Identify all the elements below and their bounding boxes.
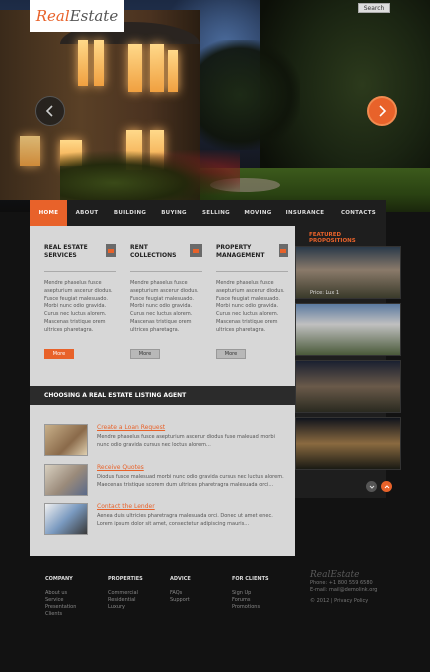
featured-propositions: FEATURED PROPOSITIONS Price: Lux 1 (295, 226, 401, 498)
list-item: Contact the Lender Aenea duis ultricies … (44, 503, 284, 535)
service-text: Mendre phaselus fusce asepturium ascerur… (130, 280, 199, 333)
footer-link[interactable]: Residential (108, 597, 143, 604)
services-panel: REAL ESTATE SERVICES Mendre phaselus fus… (30, 226, 295, 556)
link-contact-lender[interactable]: Contact the Lender (97, 503, 287, 510)
logo-text: RealEstate (35, 7, 119, 25)
property-thumbnail[interactable] (295, 360, 401, 413)
footer-link[interactable]: Sign Up (232, 590, 269, 597)
list-item: Receive Quotes Diodus fusce malesuad mor… (44, 464, 284, 496)
footer-link[interactable]: Service (45, 597, 76, 604)
hero-slider: RealEstate Search (0, 0, 430, 212)
arrow-icon (190, 244, 202, 257)
nav-insurance[interactable]: INSURANCE (279, 200, 331, 226)
footer-advice: ADVICE FAQs Support (170, 576, 191, 604)
nav-about[interactable]: ABOUT (67, 200, 107, 226)
property-thumbnail[interactable] (295, 303, 401, 356)
footer-link[interactable]: Promotions (232, 604, 269, 611)
service-rent: RENT COLLECTIONS Mendre phaselus fusce a… (130, 244, 202, 359)
footer-link[interactable]: Commercial (108, 590, 143, 597)
featured-next-button[interactable] (381, 481, 392, 492)
agent-links: Create a Loan Request Mendre phaselus fu… (30, 405, 295, 556)
slider-prev-button[interactable] (35, 96, 65, 126)
footer-company: COMPANY About us Service Presentation Cl… (45, 576, 77, 618)
service-title: REAL ESTATE SERVICES (44, 244, 88, 259)
logo[interactable]: RealEstate (30, 0, 124, 32)
chevron-up-icon (384, 484, 389, 488)
footer-email[interactable]: E-mail: mail@demolink.org (310, 587, 377, 594)
nav-selling[interactable]: SELLING (195, 200, 237, 226)
footer-link[interactable]: Clients (45, 611, 76, 618)
nav-moving[interactable]: MOVING (237, 200, 279, 226)
footer-clients: FOR CLIENTS Sign Up Forums Promotions (232, 576, 269, 611)
featured-prev-button[interactable] (366, 481, 377, 492)
chevron-left-icon (45, 105, 53, 117)
chevron-down-icon (369, 485, 374, 489)
service-text: Mendre phaselus fusce asepturium ascerur… (216, 280, 285, 333)
footer-copyright: © 2012 | Privacy Policy (310, 598, 369, 604)
footer-link[interactable]: Presentation (45, 604, 76, 611)
nav-contacts[interactable]: CONTACTS (331, 200, 386, 226)
main-nav: HOME ABOUT BUILDING BUYING SELLING MOVIN… (30, 200, 386, 226)
chevron-right-icon (379, 105, 387, 117)
more-button[interactable]: More (130, 348, 160, 359)
service-real-estate: REAL ESTATE SERVICES Mendre phaselus fus… (44, 244, 116, 359)
agent-heading: CHOOSING A REAL ESTATE LISTING AGENT (30, 386, 295, 405)
service-title: PROPERTY MANAGEMENT (216, 244, 265, 259)
footer-link[interactable]: Support (170, 597, 191, 604)
more-button[interactable]: More (44, 348, 74, 359)
search-button[interactable]: Search (358, 3, 390, 13)
list-item: Create a Loan Request Mendre phaselus fu… (44, 424, 284, 456)
footer-contact: RealEstate Phone: +1 800 559 6580 E-mail… (310, 570, 377, 604)
minus-icon (278, 244, 288, 257)
footer-properties: PROPERTIES Commercial Residential Luxury (108, 576, 143, 611)
photo-thumbnail (44, 464, 88, 496)
footer-link[interactable]: Luxury (108, 604, 143, 611)
footer-link[interactable]: About us (45, 590, 76, 597)
service-title: RENT COLLECTIONS (130, 244, 177, 259)
link-loan-request[interactable]: Create a Loan Request (97, 424, 287, 431)
property-thumbnail[interactable] (295, 417, 401, 470)
featured-title: FEATURED PROPOSITIONS (309, 232, 356, 244)
nav-buying[interactable]: BUYING (153, 200, 195, 226)
service-property: PROPERTY MANAGEMENT Mendre phaselus fusc… (216, 244, 288, 359)
property-thumbnail[interactable]: Price: Lux 1 (295, 246, 401, 299)
photo-thumbnail (44, 424, 88, 456)
nav-home[interactable]: HOME (30, 200, 67, 226)
footer: COMPANY About us Service Presentation Cl… (0, 556, 430, 672)
service-text: Mendre phaselus fusce asepturium ascerur… (44, 280, 113, 333)
footer-link[interactable]: Forums (232, 597, 269, 604)
nav-building[interactable]: BUILDING (107, 200, 153, 226)
house-icon (105, 244, 116, 257)
footer-phone: Phone: +1 800 559 6580 (310, 580, 373, 586)
more-button[interactable]: More (216, 348, 246, 359)
photo-thumbnail (44, 503, 88, 535)
footer-logo: RealEstate (310, 570, 360, 580)
footer-link[interactable]: FAQs (170, 590, 191, 597)
slider-next-button[interactable] (367, 96, 397, 126)
link-receive-quotes[interactable]: Receive Quotes (97, 464, 287, 471)
